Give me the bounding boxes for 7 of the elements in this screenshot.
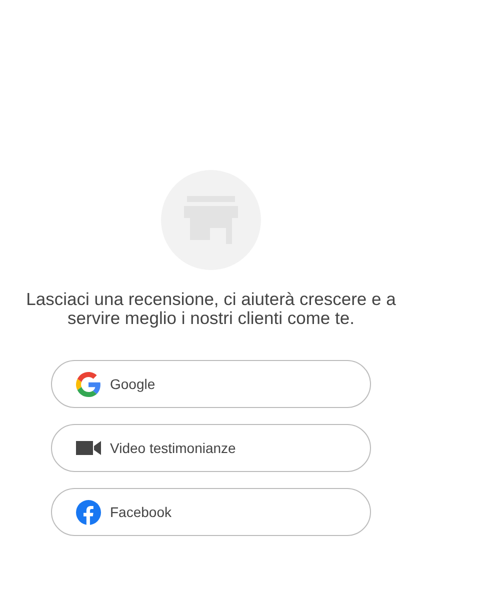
review-message: Lasciaci una recensione, ci aiuterà crescere e a servire meglio i nostri clienti come te. bbox=[25, 290, 397, 328]
facebook-review-button[interactable]: Facebook bbox=[51, 488, 371, 536]
video-review-button[interactable]: Video testimonianze bbox=[51, 424, 371, 472]
video-camera-icon bbox=[76, 440, 101, 456]
google-icon bbox=[76, 372, 101, 396]
google-review-button[interactable]: Google bbox=[51, 360, 371, 408]
facebook-icon bbox=[76, 500, 101, 524]
